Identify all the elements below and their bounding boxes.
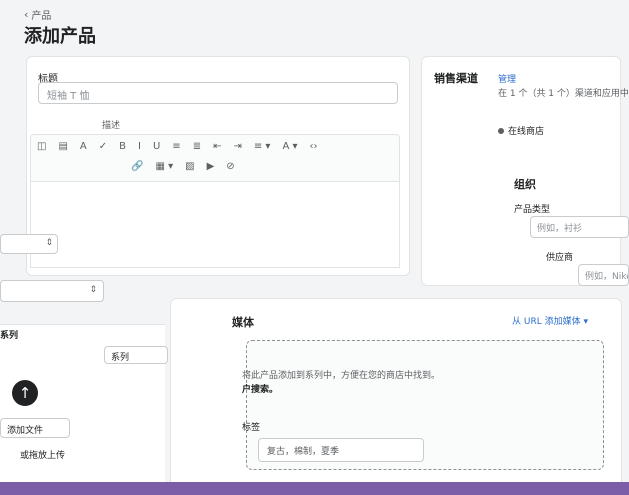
back-link[interactable]: ‹ 产品 — [24, 7, 51, 22]
online-store-label: 在线商店 — [508, 127, 545, 137]
toolbar-row1-button-0[interactable]: ◫ — [37, 141, 46, 152]
toolbar-row1-button-9[interactable]: ⇤ — [213, 141, 221, 152]
status-dot-icon — [498, 127, 504, 134]
drag-drop-text: 或拖放上传 — [20, 451, 66, 461]
toolbar-row1-button-7[interactable]: ≡ — [172, 141, 180, 152]
toolbar-row-2: 🔗 ▦ ▾ ▨ ▶ ⊘ — [131, 161, 235, 172]
page-title: 添加产品 — [24, 26, 96, 47]
select-arrows-icon: ⇕ — [45, 238, 53, 248]
toolbar-row2-button-2[interactable]: ▨ — [185, 161, 194, 172]
product-type-label: 产品类型 — [514, 205, 551, 215]
rich-text-toolbar: ◫ ▤ A ✓ B I U ≡ ≣ ⇤ ⇥ ≡ ▾ A ▾ ‹› 🔗 ▦ ▾ ▨ ▶ ⊘ — [30, 134, 400, 182]
collections-hint: 将此产品添加到系列中，方便在您的商店中找到。 — [242, 371, 441, 381]
add-file-button[interactable]: 添加文件 — [0, 418, 70, 438]
toolbar-row2-button-3[interactable]: ▶ — [207, 161, 215, 172]
vendor-label: 供应商 — [546, 253, 574, 263]
back-label: 产品 — [31, 11, 52, 22]
availability-text: 在 1 个（共 1 个）渠道和应用中可用 — [498, 89, 629, 99]
chevron-left-icon: ‹ — [24, 8, 29, 21]
toolbar-row2-button-0[interactable]: 🔗 — [131, 161, 143, 172]
toolbar-row1-button-13[interactable]: ‹› — [309, 141, 317, 152]
toolbar-row1-button-3[interactable]: ✓ — [99, 141, 107, 152]
collections-chip[interactable]: 系列 — [104, 346, 168, 364]
toolbar-row2-button-4[interactable]: ⊘ — [226, 161, 234, 172]
title-input[interactable]: 短袖 T 恤 — [38, 82, 398, 104]
search-hint: 户搜索。 — [242, 385, 279, 395]
category-select[interactable]: ⇕ — [0, 280, 104, 302]
manage-link[interactable]: 管理 — [498, 72, 516, 85]
toolbar-row1-button-1[interactable]: ▤ — [58, 141, 67, 152]
toolbar-row1-button-2[interactable]: A — [80, 141, 87, 152]
sales-channels-title: 销售渠道 — [434, 72, 478, 85]
tags-label: 标签 — [242, 423, 261, 433]
bottom-bar — [0, 482, 629, 495]
select-arrows-icon: ⇕ — [89, 285, 97, 295]
add-from-url-link[interactable]: 从 URL 添加媒体 ▾ — [512, 314, 588, 327]
toolbar-row1-button-10[interactable]: ⇥ — [233, 141, 241, 152]
collections-label: 系列 — [0, 331, 19, 341]
description-label: 描述 — [102, 121, 121, 131]
description-editor[interactable] — [30, 182, 400, 268]
toolbar-row1-button-6[interactable]: U — [153, 141, 160, 152]
toolbar-row1-button-8[interactable]: ≣ — [193, 141, 201, 152]
toolbar-row1-button-11[interactable]: ≡ ▾ — [254, 141, 271, 152]
upload-arrow-icon[interactable]: ↑ — [12, 380, 38, 406]
tags-input[interactable]: 复古，棉制，夏季 — [258, 438, 424, 462]
toolbar-row1-button-12[interactable]: A ▾ — [282, 141, 297, 152]
product-type-input[interactable]: 例如，衬衫 — [530, 216, 629, 238]
online-store-item[interactable]: 在线商店 — [498, 124, 544, 137]
toolbar-row1-button-4[interactable]: B — [119, 141, 126, 152]
vendor-input[interactable]: 例如，Nike — [578, 264, 629, 286]
status-select[interactable]: ⇕ — [0, 234, 58, 254]
media-title: 媒体 — [232, 316, 254, 329]
toolbar-row-1: ◫ ▤ A ✓ B I U ≡ ≣ ⇤ ⇥ ≡ ▾ A ▾ ‹› — [37, 141, 317, 152]
toolbar-row1-button-5[interactable]: I — [138, 141, 141, 152]
organization-title: 组织 — [514, 178, 536, 191]
toolbar-row2-button-1[interactable]: ▦ ▾ — [155, 161, 173, 172]
